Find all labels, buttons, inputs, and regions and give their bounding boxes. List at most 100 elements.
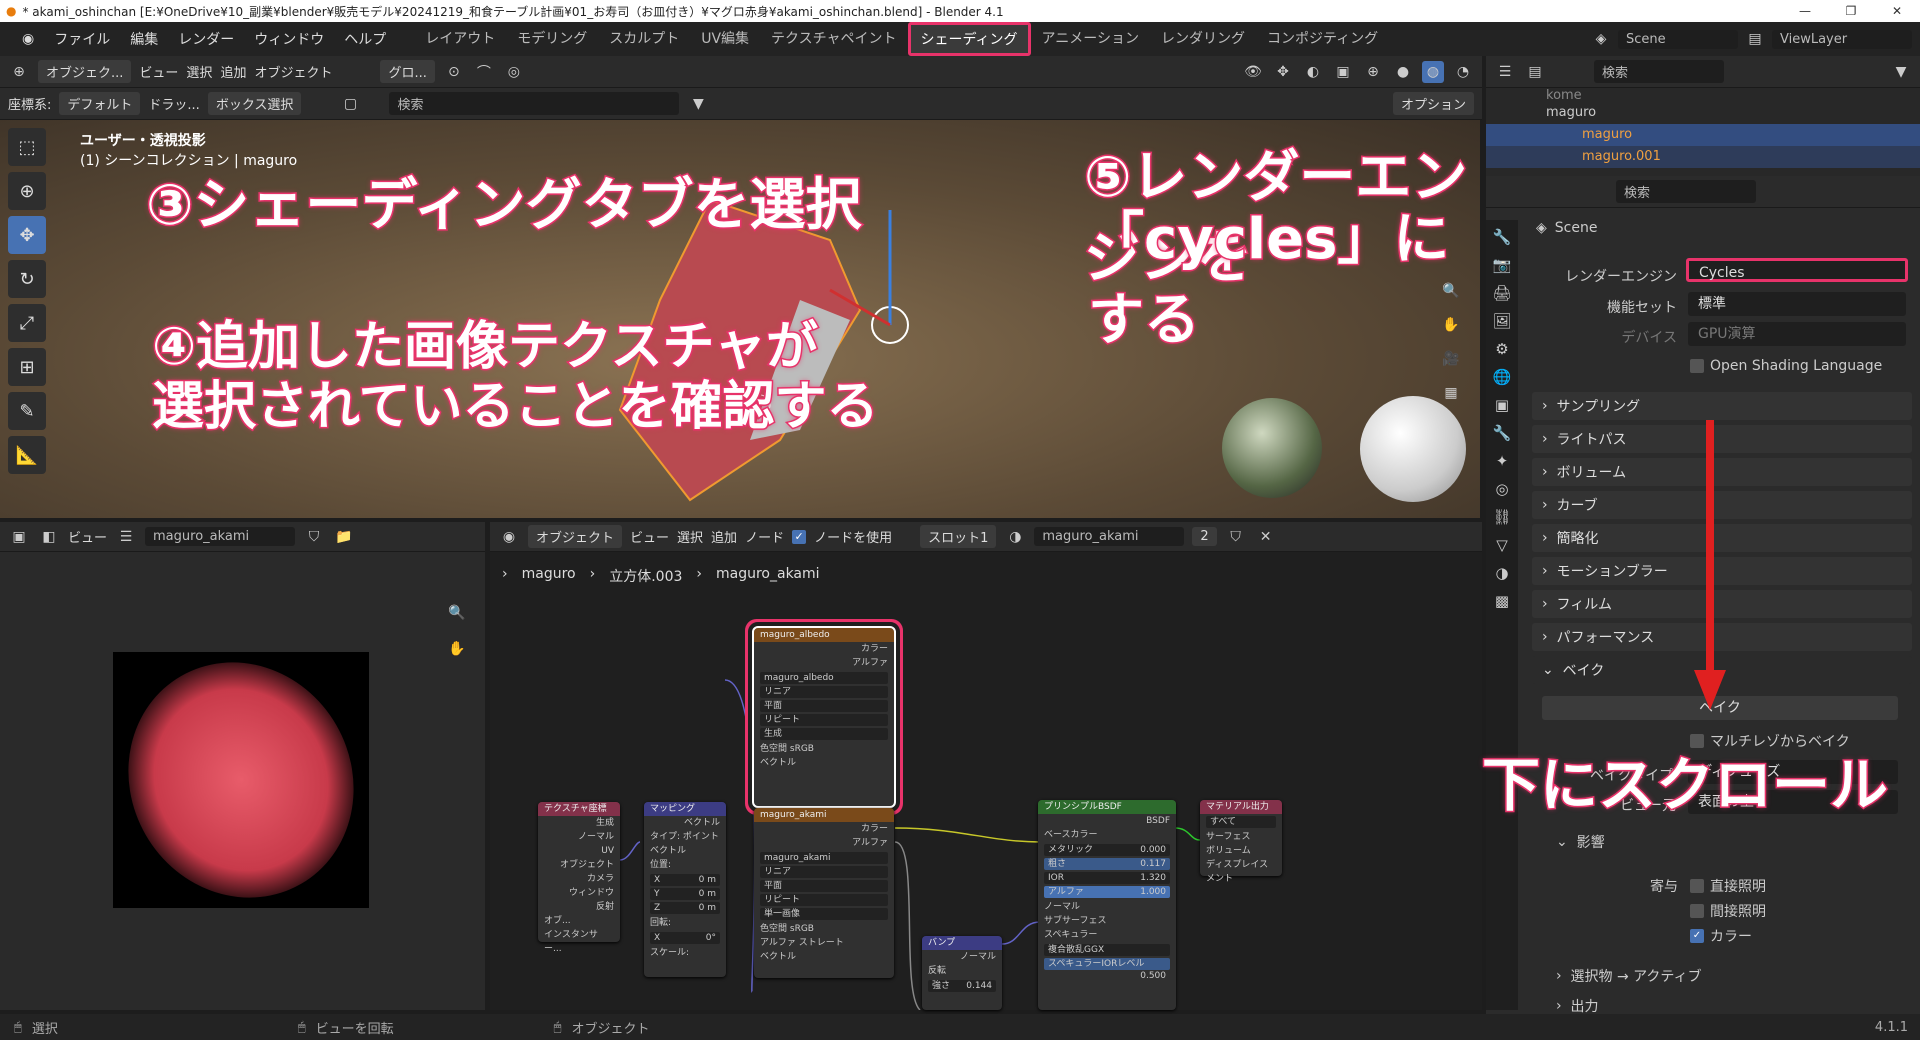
indirect-checkbox[interactable]	[1690, 904, 1704, 918]
node-dropdown[interactable]: 単一画像	[760, 908, 888, 920]
props-search[interactable]: 検索	[1616, 180, 1756, 203]
node-editor-type-icon[interactable]: ◉	[498, 526, 520, 548]
node-menu-node[interactable]: ノード	[745, 527, 784, 546]
outliner-item-maguro-collection[interactable]: maguro	[1546, 102, 1920, 124]
close-button[interactable]: ✕	[1874, 0, 1920, 22]
blender-menu-icon[interactable]: ◉	[12, 31, 44, 47]
image-menu-view[interactable]: ビュー	[68, 527, 107, 546]
node-mapping[interactable]: マッピング ベクトル タイプ: ポイント ベクトル 位置: X 0 m Y 0 …	[644, 802, 726, 977]
node-value[interactable]: 0.500	[1140, 970, 1166, 982]
node-value[interactable]: 0 m	[699, 888, 716, 900]
editor-type-icon[interactable]: ⊕	[8, 61, 30, 83]
osl-checkbox[interactable]	[1690, 359, 1704, 373]
mode-dropdown[interactable]: オブジェク...	[38, 60, 132, 83]
gizmo-icon[interactable]: ✥	[1272, 61, 1294, 83]
outliner-item-kome[interactable]: kome	[1546, 88, 1920, 102]
tab-compositing[interactable]: コンポジティング	[1256, 22, 1389, 56]
node-menu-add[interactable]: 追加	[711, 527, 737, 546]
node-dropdown[interactable]: 平面	[760, 880, 888, 892]
world-tab-icon[interactable]: 🌐	[1493, 368, 1512, 386]
node-principled-bsdf[interactable]: プリンシプルBSDF BSDF ベースカラー メタリック 0.000 粗さ 0.11…	[1038, 800, 1176, 1010]
tool-tab-icon[interactable]: 🔧	[1493, 228, 1512, 246]
menu-select[interactable]: 選択	[186, 62, 212, 81]
node-bump[interactable]: バンプ ノーマル 反転 強さ 0.144	[922, 936, 1002, 1010]
feature-set-dropdown[interactable]: 標準	[1688, 292, 1906, 316]
node-value[interactable]: 0°	[706, 932, 716, 944]
node-dropdown[interactable]: 平面	[760, 700, 888, 712]
folder-icon[interactable]: 📁	[333, 526, 355, 548]
node-dropdown[interactable]: sRGB	[790, 924, 814, 934]
node-image-texture-akami[interactable]: maguro_akami カラー アルファ maguro_akami リニア 平…	[754, 808, 894, 978]
node-field[interactable]: オブ...	[538, 914, 620, 928]
output-tab-icon[interactable]: 🖨	[1492, 284, 1511, 302]
material-name-field[interactable]: maguro_akami	[1034, 527, 1185, 546]
select-mode-icon[interactable]: ▢	[339, 93, 361, 115]
tab-modeling[interactable]: モデリング	[506, 22, 598, 56]
fake-user-icon[interactable]: ⛉	[1225, 526, 1247, 548]
output-subpanel[interactable]: › 出力	[1556, 996, 1599, 1016]
viewlayer-field[interactable]: ViewLayer	[1772, 29, 1912, 49]
cursor-tool-icon[interactable]: ⊕	[8, 172, 46, 210]
node-value[interactable]: 1.000	[1140, 886, 1166, 898]
node-editor[interactable]: › maguro › 立方体.003 › maguro_akami maguro_al…	[490, 552, 1482, 1010]
node-image-field[interactable]: maguro_akami	[760, 852, 888, 864]
snap-icon[interactable]: ⌒	[473, 61, 495, 83]
material-tab-icon[interactable]: ◑	[1495, 564, 1508, 582]
annotate-tool-icon[interactable]: ✎	[8, 392, 46, 430]
image-pan-icon[interactable]: ✋	[446, 638, 468, 660]
wireframe-shading-icon[interactable]: ⊕	[1362, 61, 1384, 83]
node-menu-select[interactable]: 選択	[677, 527, 703, 546]
maximize-button[interactable]: ❐	[1828, 0, 1874, 22]
node-dropdown[interactable]: リニア	[760, 686, 888, 698]
selected-to-active-subpanel[interactable]: › 選択物 → アクティブ	[1556, 966, 1702, 986]
overlay-icon[interactable]: ◐	[1302, 61, 1324, 83]
grid-view-icon[interactable]: ▦	[1440, 382, 1462, 404]
visibility-icon[interactable]: 👁	[1242, 61, 1264, 83]
coord-dropdown[interactable]: デフォルト	[59, 92, 141, 115]
solid-shading-icon[interactable]: ●	[1392, 61, 1414, 83]
image-name-field[interactable]: maguro_akami	[145, 527, 296, 546]
menu-help[interactable]: ヘルプ	[334, 29, 396, 49]
minimize-button[interactable]: —	[1782, 0, 1828, 22]
node-dropdown[interactable]: ポイント	[683, 832, 719, 842]
node-dropdown[interactable]: リピート	[760, 894, 888, 906]
node-value[interactable]: 0 m	[699, 902, 716, 914]
node-checkbox-label[interactable]: 反転	[922, 964, 1002, 978]
node-dropdown[interactable]: ストレート	[799, 938, 844, 948]
node-dropdown[interactable]: すべて	[1206, 816, 1276, 828]
use-nodes-checkbox[interactable]: ✓	[792, 529, 807, 544]
menu-file[interactable]: ファイル	[44, 29, 120, 49]
tab-layout[interactable]: レイアウト	[414, 22, 506, 56]
menu-render[interactable]: レンダー	[168, 29, 244, 49]
image-zoom-icon[interactable]: 🔍	[446, 602, 468, 624]
xray-icon[interactable]: ▣	[1332, 61, 1354, 83]
indirect-row[interactable]: 間接照明	[1690, 901, 1766, 921]
device-dropdown[interactable]: GPU演算	[1688, 322, 1906, 346]
node-value[interactable]: 0.144	[966, 980, 992, 992]
outliner-item-maguro001[interactable]: maguro.001	[1486, 146, 1920, 168]
node-value[interactable]: 0.117	[1140, 858, 1166, 870]
node-dropdown[interactable]: リピート	[760, 714, 888, 726]
3d-viewport[interactable]: ユーザー・透視投影 (1) シーンコレクション | maguro 🔍 ✋ 🎥 ▦…	[0, 120, 1480, 518]
tab-sculpt[interactable]: スカルプト	[598, 22, 690, 56]
rendered-shading-icon[interactable]: ◔	[1452, 61, 1474, 83]
image-editor-type-icon[interactable]: ▣	[8, 526, 30, 548]
physics-tab-icon[interactable]: ◎	[1495, 480, 1508, 498]
tab-animation[interactable]: アニメーション	[1031, 22, 1150, 56]
options-dropdown[interactable]: オプション	[1392, 92, 1474, 115]
display-mode-icon[interactable]: ▤	[1524, 61, 1546, 83]
rotate-tool-icon[interactable]: ↻	[8, 260, 46, 298]
menu-window[interactable]: ウィンドウ	[244, 29, 334, 49]
node-material-output[interactable]: マテリアル出力 すべて サーフェス ボリューム ディスプレイスメント	[1200, 800, 1282, 884]
view-layer-tab-icon[interactable]: 🖼	[1492, 312, 1511, 330]
node-value[interactable]: 0.000	[1140, 844, 1166, 856]
panel-sampling[interactable]: › サンプリング	[1532, 392, 1912, 420]
close-material-icon[interactable]: ✕	[1255, 526, 1277, 548]
scene-tab-icon[interactable]: ⚙	[1495, 340, 1508, 358]
osl-row[interactable]: Open Shading Language	[1690, 358, 1882, 374]
material-users-count[interactable]: 2	[1192, 527, 1217, 546]
transform-tool-icon[interactable]: ⊞	[8, 348, 46, 386]
measure-tool-icon[interactable]: 📐	[8, 436, 46, 474]
shield-icon[interactable]: ⛉	[303, 526, 325, 548]
node-menu-view[interactable]: ビュー	[630, 527, 669, 546]
